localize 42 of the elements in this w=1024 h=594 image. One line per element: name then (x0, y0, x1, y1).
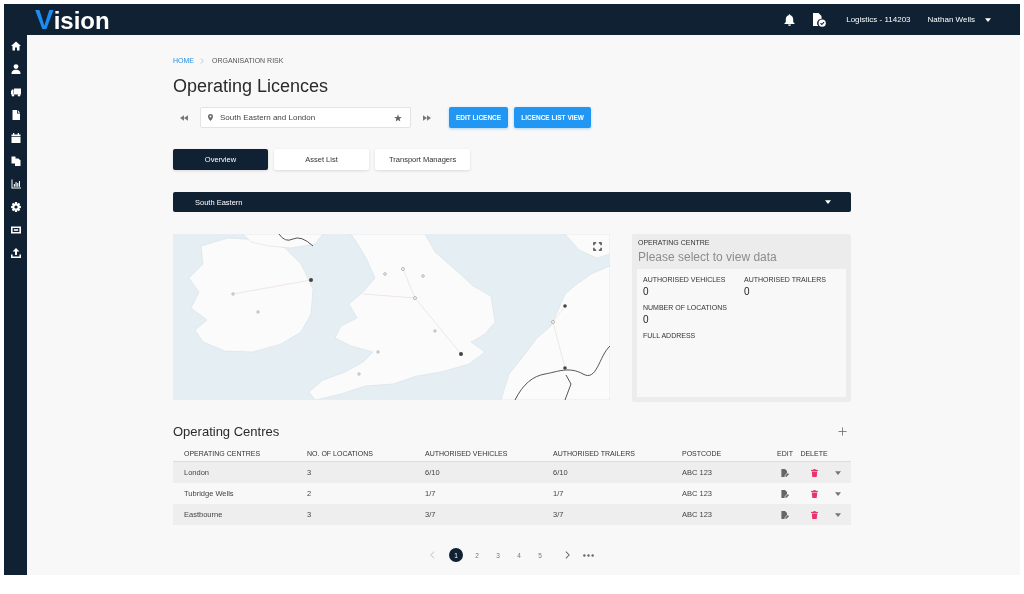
truck-icon[interactable] (10, 87, 21, 97)
bell-icon[interactable] (784, 13, 796, 26)
trash-icon[interactable] (810, 489, 818, 498)
document-pencil-icon[interactable] (781, 468, 789, 477)
field-value: 0 (643, 286, 650, 298)
document-check-icon[interactable] (812, 12, 827, 27)
person-icon[interactable] (10, 64, 21, 74)
settings-icon[interactable] (10, 202, 21, 212)
upload-icon[interactable] (10, 248, 21, 258)
calendar-icon[interactable] (10, 133, 21, 143)
chevron-right-icon (200, 57, 204, 64)
double-arrow-left-icon[interactable] (180, 114, 188, 121)
page-title: Operating Licences (173, 76, 330, 96)
star-icon[interactable] (394, 113, 402, 122)
licence-select-field[interactable]: South Eastern and London (200, 107, 411, 128)
caret-icon (985, 17, 991, 22)
caret-icon[interactable] (835, 512, 841, 517)
bar-chart-icon[interactable] (10, 179, 21, 189)
caret-icon (825, 200, 831, 204)
location-pin-icon (208, 114, 213, 121)
document-pencil-icon[interactable] (781, 510, 789, 519)
trash-icon[interactable] (810, 468, 818, 477)
caret-icon[interactable] (835, 491, 841, 496)
home-icon[interactable] (10, 41, 21, 51)
field-value: 0 (744, 286, 751, 298)
document-icon[interactable] (10, 110, 21, 120)
ticket-icon[interactable] (10, 225, 21, 235)
field-value: 0 (643, 314, 650, 326)
section-title: Operating Centres (173, 423, 280, 439)
account-label: Logistics - 114203 (846, 15, 911, 24)
plus-icon[interactable] (838, 426, 847, 436)
panel-message: Please select to view data (637, 250, 778, 264)
trash-icon[interactable] (810, 510, 818, 519)
user-menu-button[interactable]: Nathan Wells (927, 15, 991, 24)
logo: Vision (35, 3, 110, 36)
fullscreen-icon[interactable] (593, 242, 602, 251)
double-arrow-right-icon[interactable] (423, 114, 431, 121)
chevron-right-icon[interactable] (565, 551, 570, 559)
document-pencil-icon[interactable] (781, 489, 789, 498)
caret-icon[interactable] (835, 470, 841, 475)
documents-icon[interactable] (10, 156, 21, 166)
ellipsis-icon[interactable] (583, 553, 594, 557)
